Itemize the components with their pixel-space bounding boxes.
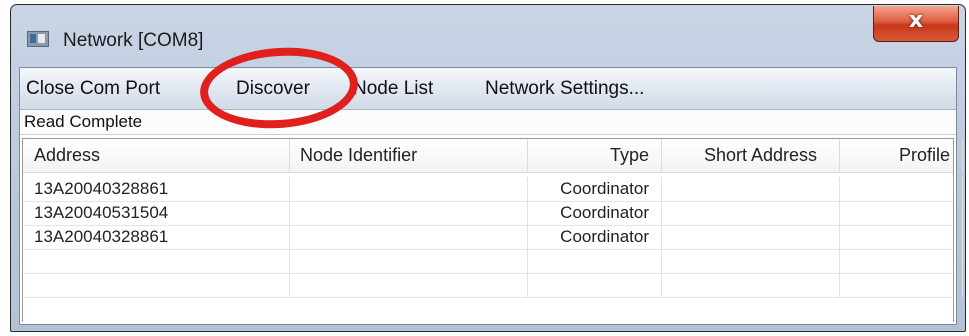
empty-cell: [840, 249, 963, 273]
empty-cell: [528, 273, 662, 297]
menu-close-com-port[interactable]: Close Com Port: [26, 78, 160, 100]
address-cell: 13A20040328861: [23, 177, 290, 201]
menu-network-settings[interactable]: Network Settings...: [485, 78, 644, 100]
status-label: Read Complete: [20, 110, 956, 135]
column-header-profile[interactable]: Profile: [840, 139, 963, 172]
node-identifier-cell: [290, 201, 528, 225]
column-header-address[interactable]: Address: [23, 139, 290, 172]
node-table[interactable]: Address Node Identifier Type Short Addre…: [22, 138, 963, 322]
table-row[interactable]: 13A20040328861 Coordinator: [23, 225, 963, 250]
empty-cell: [290, 273, 528, 297]
profile-cell: [840, 225, 963, 249]
network-window-icon: [27, 31, 49, 47]
table-header: Address Node Identifier Type Short Addre…: [23, 139, 963, 173]
table-row[interactable]: 13A20040328861 Coordinator: [23, 177, 963, 202]
type-cell: Coordinator: [528, 201, 662, 225]
window-title: Network [COM8]: [63, 30, 204, 51]
table-row-empty[interactable]: [23, 273, 963, 298]
column-header-short-address[interactable]: Short Address: [662, 139, 840, 172]
address-cell: 13A20040531504: [23, 201, 290, 225]
profile-cell: [840, 177, 963, 201]
profile-cell: [840, 201, 963, 225]
empty-cell: [290, 249, 528, 273]
close-icon: x: [908, 8, 924, 33]
short-address-cell: [662, 177, 840, 201]
empty-cell: [840, 273, 963, 297]
short-address-cell: [662, 225, 840, 249]
type-cell: Coordinator: [528, 177, 662, 201]
empty-cell: [23, 273, 290, 297]
client-area: Close Com Port Discover Node List Networ…: [19, 67, 963, 325]
node-identifier-cell: [290, 225, 528, 249]
type-cell: Coordinator: [528, 225, 662, 249]
column-header-node-identifier[interactable]: Node Identifier: [290, 139, 528, 172]
menu-bar: Close Com Port Discover Node List Networ…: [20, 68, 956, 110]
empty-cell: [662, 273, 840, 297]
table-row[interactable]: 13A20040531504 Coordinator: [23, 201, 963, 226]
title-bar[interactable]: Network [COM8] x: [11, 5, 965, 65]
empty-cell: [528, 249, 662, 273]
address-cell: 13A20040328861: [23, 225, 290, 249]
short-address-cell: [662, 201, 840, 225]
empty-cell: [23, 249, 290, 273]
node-identifier-cell: [290, 177, 528, 201]
network-window: Network [COM8] x Close Com Port Discover…: [10, 4, 966, 332]
close-button[interactable]: x: [873, 6, 959, 42]
empty-cell: [662, 249, 840, 273]
table-row-empty[interactable]: [23, 249, 963, 274]
column-header-type[interactable]: Type: [528, 139, 662, 172]
menu-node-list[interactable]: Node List: [353, 78, 433, 100]
